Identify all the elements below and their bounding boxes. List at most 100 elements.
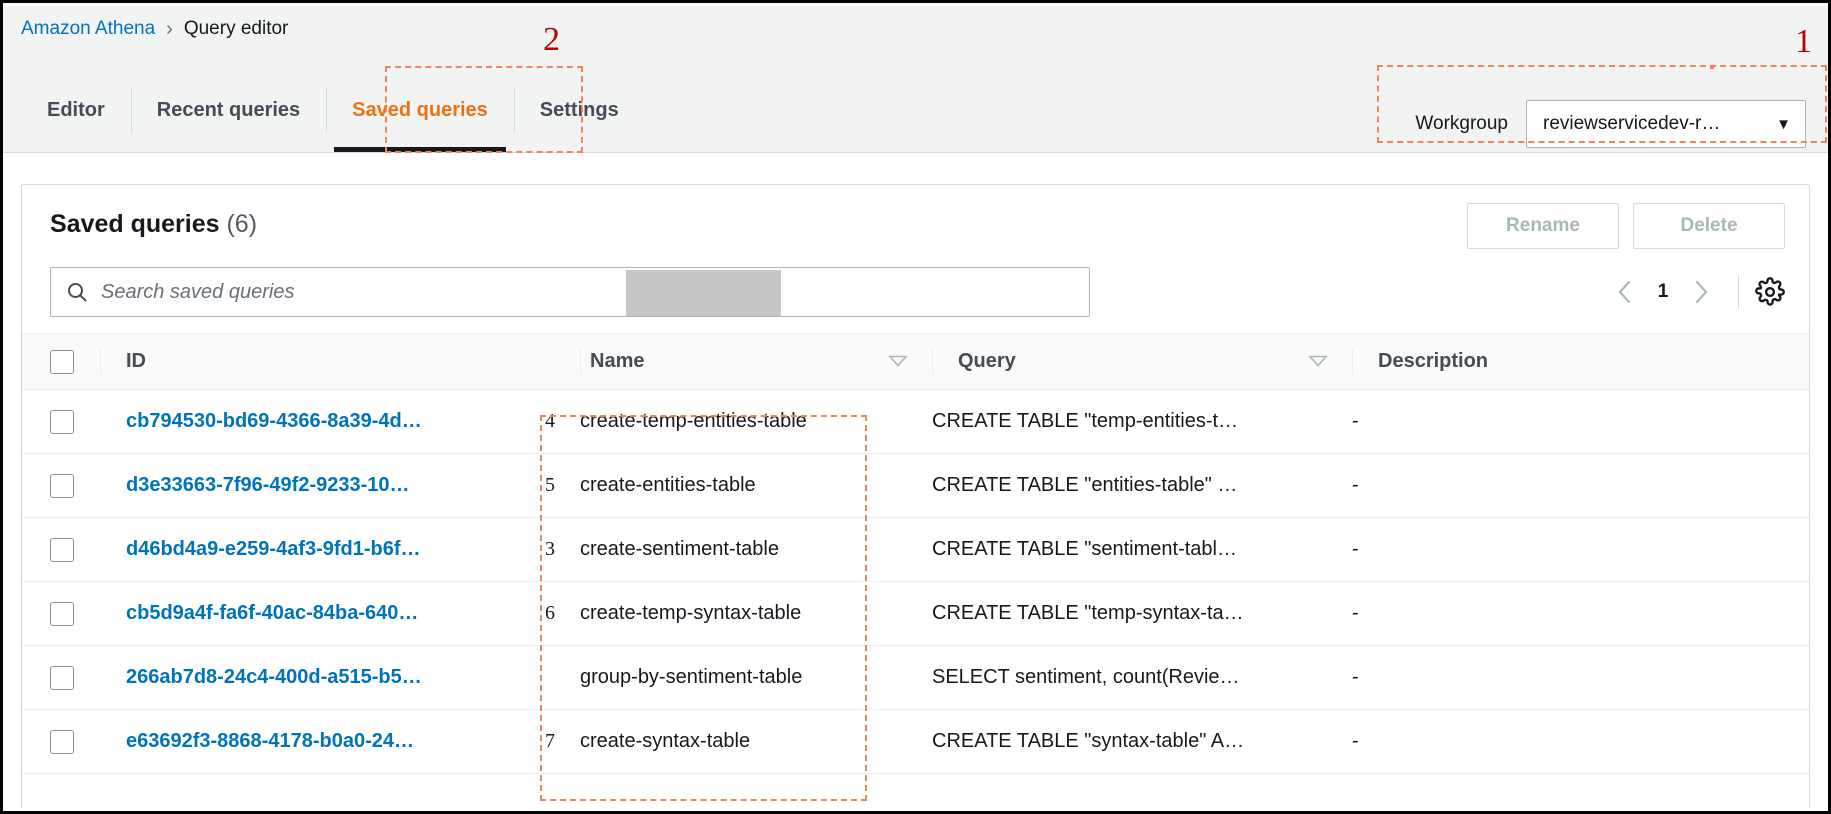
chevron-down-icon: ▼ <box>1776 117 1791 132</box>
pagination-divider <box>1738 275 1739 309</box>
tab-saved-queries-label: Saved queries <box>352 99 488 122</box>
search-icon <box>65 280 89 304</box>
row-checkbox[interactable] <box>50 410 74 434</box>
panel-count: (6) <box>226 210 257 238</box>
panel-actions: Rename Delete <box>1467 203 1785 249</box>
row-select-cell <box>22 646 100 710</box>
panel-title: Saved queries (6) <box>50 210 257 239</box>
table-header-row: ID Name <box>22 334 1809 390</box>
row-checkbox[interactable] <box>50 666 74 690</box>
annotation-number-2: 2 <box>543 23 560 57</box>
tab-settings-label: Settings <box>540 99 619 122</box>
tab-settings[interactable]: Settings <box>514 68 645 152</box>
panel-header: Saved queries (6) Rename Delete <box>22 185 1809 263</box>
row-select-cell <box>22 582 100 646</box>
column-header-query-label: Query <box>958 350 1016 373</box>
column-header-description-label: Description <box>1378 350 1488 373</box>
row-id-cell: d3e33663-7f96-49f2-9233-10… <box>100 454 520 518</box>
select-all-checkbox[interactable] <box>50 350 74 374</box>
column-header-name[interactable]: Name <box>580 334 932 390</box>
table-row[interactable]: cb5d9a4f-fa6f-40ac-84ba-640… 6 create-te… <box>22 582 1809 646</box>
breadcrumb: Amazon Athena › Query editor <box>3 6 1828 52</box>
tab-recent-queries[interactable]: Recent queries <box>131 68 326 152</box>
previous-page-icon[interactable] <box>1604 273 1646 311</box>
breadcrumb-root-link[interactable]: Amazon Athena <box>21 18 155 40</box>
row-select-cell <box>22 390 100 454</box>
delete-button[interactable]: Delete <box>1633 203 1785 249</box>
tab-saved-queries[interactable]: Saved queries <box>326 68 514 152</box>
row-select-cell <box>22 518 100 582</box>
saved-query-id-link[interactable]: 266ab7d8-24c4-400d-a515-b5… <box>100 666 520 689</box>
breadcrumb-separator-icon: › <box>166 18 173 41</box>
row-id-cell: cb5d9a4f-fa6f-40ac-84ba-640… <box>100 582 520 646</box>
row-description-cell: - <box>1352 390 1809 454</box>
rename-button[interactable]: Rename <box>1467 203 1619 249</box>
page-number-1[interactable]: 1 <box>1646 281 1680 303</box>
annotation-number-5: 5 <box>520 454 580 518</box>
row-name-cell: create-temp-entities-table <box>580 390 932 454</box>
workgroup-selected-value: reviewservicedev-r… <box>1543 113 1720 135</box>
row-name-cell: create-entities-table <box>580 454 932 518</box>
sort-descending-icon-query[interactable] <box>1308 350 1328 373</box>
column-header-description[interactable]: Description <box>1352 334 1809 390</box>
row-checkbox[interactable] <box>50 730 74 754</box>
table-header: ID Name <box>22 334 1809 390</box>
row-name-cell: create-temp-syntax-table <box>580 582 932 646</box>
saved-queries-panel: Saved queries (6) Rename Delete Search s… <box>21 184 1810 808</box>
row-name-cell: create-syntax-table <box>580 710 932 774</box>
tab-recent-queries-label: Recent queries <box>157 99 300 122</box>
pagination: 1 <box>1604 273 1785 311</box>
table-row[interactable]: cb794530-bd69-4366-8a39-4d… 4 create-tem… <box>22 390 1809 454</box>
row-checkbox[interactable] <box>50 602 74 626</box>
tab-editor-label: Editor <box>47 99 105 122</box>
table-row[interactable]: 266ab7d8-24c4-400d-a515-b5… group-by-sen… <box>22 646 1809 710</box>
row-id-cell: e63692f3-8868-4178-b0a0-24… <box>100 710 520 774</box>
saved-query-id-link[interactable]: d3e33663-7f96-49f2-9233-10… <box>100 474 520 497</box>
panel-title-text: Saved queries <box>50 210 220 238</box>
redaction-block <box>626 270 781 316</box>
annotation-number-none <box>520 646 580 710</box>
saved-queries-table: ID Name <box>22 333 1809 774</box>
row-description-cell: - <box>1352 710 1809 774</box>
athena-saved-queries-page: Amazon Athena › Query editor Editor Rece… <box>0 0 1831 814</box>
search-placeholder: Search saved queries <box>101 281 294 304</box>
row-description-cell: - <box>1352 454 1809 518</box>
annotation-number-3: 3 <box>520 518 580 582</box>
saved-query-id-link[interactable]: cb794530-bd69-4366-8a39-4d… <box>100 410 520 433</box>
search-input[interactable]: Search saved queries <box>50 267 1090 317</box>
search-row: Search saved queries 1 <box>22 263 1809 333</box>
table-row[interactable]: d3e33663-7f96-49f2-9233-10… 5 create-ent… <box>22 454 1809 518</box>
row-id-cell: d46bd4a9-e259-4af3-9fd1-b6f… <box>100 518 520 582</box>
next-page-icon[interactable] <box>1680 273 1722 311</box>
row-checkbox[interactable] <box>50 474 74 498</box>
preferences-button[interactable] <box>1755 277 1785 307</box>
row-query-cell: CREATE TABLE "sentiment-tabl… <box>932 518 1352 582</box>
tab-bar: Editor Recent queries Saved queries Sett… <box>3 52 1828 153</box>
row-query-cell: CREATE TABLE "entities-table" … <box>932 454 1352 518</box>
row-description-cell: - <box>1352 518 1809 582</box>
annotation-number-6: 6 <box>520 582 580 646</box>
table-row[interactable]: e63692f3-8868-4178-b0a0-24… 7 create-syn… <box>22 710 1809 774</box>
row-query-cell: CREATE TABLE "syntax-table" A… <box>932 710 1352 774</box>
row-id-cell: 266ab7d8-24c4-400d-a515-b5… <box>100 646 520 710</box>
saved-query-id-link[interactable]: d46bd4a9-e259-4af3-9fd1-b6f… <box>100 538 520 561</box>
saved-query-id-link[interactable]: cb5d9a4f-fa6f-40ac-84ba-640… <box>100 602 520 625</box>
row-checkbox[interactable] <box>50 538 74 562</box>
saved-query-id-link[interactable]: e63692f3-8868-4178-b0a0-24… <box>100 730 520 753</box>
row-query-cell: CREATE TABLE "temp-entities-t… <box>932 390 1352 454</box>
sort-descending-icon[interactable] <box>888 350 908 373</box>
workgroup-selector: Workgroup reviewservicedev-r… ▼ <box>1415 100 1806 148</box>
table-row[interactable]: d46bd4a9-e259-4af3-9fd1-b6f… 3 create-se… <box>22 518 1809 582</box>
row-name-cell: create-sentiment-table <box>580 518 932 582</box>
workgroup-label: Workgroup <box>1415 113 1508 135</box>
workgroup-dropdown[interactable]: reviewservicedev-r… ▼ <box>1526 100 1806 148</box>
select-all-header <box>22 334 100 390</box>
column-header-id[interactable]: ID <box>100 334 580 390</box>
tab-list: Editor Recent queries Saved queries Sett… <box>21 68 645 152</box>
row-select-cell <box>22 454 100 518</box>
column-header-query[interactable]: Query <box>932 334 1352 390</box>
tab-editor[interactable]: Editor <box>21 68 131 152</box>
table-body: cb794530-bd69-4366-8a39-4d… 4 create-tem… <box>22 390 1809 774</box>
breadcrumb-current: Query editor <box>184 18 289 40</box>
annotation-number-7: 7 <box>520 710 580 774</box>
